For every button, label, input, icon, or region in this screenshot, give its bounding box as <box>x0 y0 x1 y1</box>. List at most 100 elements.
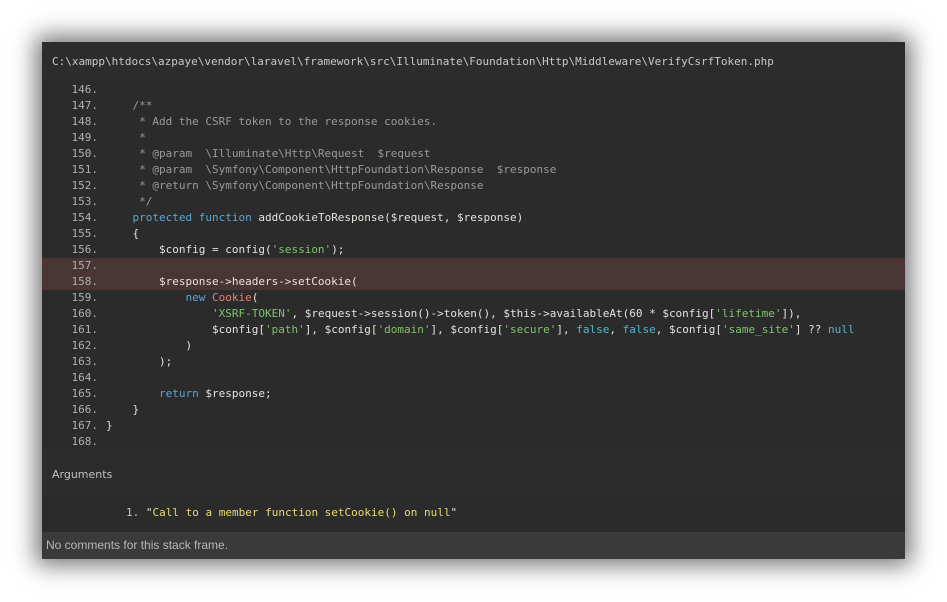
code-token: new <box>185 291 206 304</box>
code-token: 'secure' <box>503 323 557 336</box>
line-number: 157. <box>71 259 99 272</box>
arguments-list: 1. "Call to a member function setCookie(… <box>42 494 905 532</box>
code-line: 163. ); <box>42 354 905 370</box>
line-number: 163. <box>71 355 99 368</box>
line-number: 166. <box>71 403 99 416</box>
code-token: 'same_site' <box>722 323 795 336</box>
line-number: 156. <box>71 243 99 256</box>
code-token: * @return \Symfony\Component\HttpFoundat… <box>106 179 484 192</box>
code-token: Cookie <box>211 291 252 304</box>
line-number: 149. <box>71 131 99 144</box>
line-number: 154. <box>71 211 99 224</box>
line-number: 153. <box>71 195 99 208</box>
code-token: * @param \Illuminate\Http\Request $reque… <box>106 147 431 160</box>
code-line: 152. * @return \Symfony\Component\HttpFo… <box>42 178 905 194</box>
code-token: ], <box>556 323 577 336</box>
file-path-header: C:\xampp\htdocs\azpaye\vendor\laravel\fr… <box>42 42 905 82</box>
code-token: protected <box>132 211 193 224</box>
line-source: * @return \Symfony\Component\HttpFoundat… <box>98 178 484 194</box>
code-token: ); <box>106 355 173 368</box>
code-token: function <box>198 211 252 224</box>
code-token: * <box>106 131 146 144</box>
code-line: 168. <box>42 434 905 448</box>
code-line: 151. * @param \Symfony\Component\HttpFou… <box>42 162 905 178</box>
code-line: 150. * @param \Illuminate\Http\Request $… <box>42 146 905 162</box>
line-source: * @param \Symfony\Component\HttpFoundati… <box>98 162 556 178</box>
line-source: protected function addCookieToResponse($… <box>98 210 524 226</box>
code-token: 'session' <box>271 243 332 256</box>
code-line: 164. <box>42 370 905 386</box>
line-source: { <box>98 226 139 242</box>
line-source: /** <box>98 98 152 114</box>
code-token: ] ?? <box>794 323 828 336</box>
code-token: false <box>622 323 656 336</box>
line-number: 147. <box>71 99 99 112</box>
code-line: 162. ) <box>42 338 905 354</box>
line-source: } <box>98 418 113 434</box>
code-token: , <box>609 323 623 336</box>
line-source: */ <box>98 194 152 210</box>
line-number: 167. <box>71 419 99 432</box>
line-number: 159. <box>71 291 99 304</box>
code-token: ); <box>331 243 345 256</box>
code-line: 167.} <box>42 418 905 434</box>
argument-index: 1. <box>126 506 140 519</box>
code-token: { <box>106 227 140 240</box>
code-token: * @param \Symfony\Component\HttpFoundati… <box>106 163 557 176</box>
code-token: 'lifetime' <box>715 307 782 320</box>
line-source: * @param \Illuminate\Http\Request $reque… <box>98 146 431 162</box>
line-number: 162. <box>71 339 99 352</box>
line-source: $config['path'], $config['domain'], $con… <box>98 322 855 338</box>
code-token: /** <box>106 99 153 112</box>
line-source: $response->headers->setCookie( <box>98 274 358 290</box>
arguments-heading: Arguments <box>42 456 905 494</box>
line-number: 152. <box>71 179 99 192</box>
code-line: 157. <box>42 258 905 274</box>
code-line: 159. new Cookie( <box>42 290 905 306</box>
code-line: 165. return $response; <box>42 386 905 402</box>
line-number: 148. <box>71 115 99 128</box>
line-number: 150. <box>71 147 99 160</box>
comments-footer: No comments for this stack frame. <box>42 532 905 559</box>
code-token: ]), <box>781 307 802 320</box>
code-line: 160. 'XSRF-TOKEN', $request->session()->… <box>42 306 905 322</box>
argument-value: Call to a member function setCookie() on… <box>152 506 451 519</box>
stack-frame-panel: C:\xampp\htdocs\azpaye\vendor\laravel\fr… <box>42 42 905 559</box>
code-token: ) <box>106 339 193 352</box>
code-token: } <box>106 403 140 416</box>
code-line: 161. $config['path'], $config['domain'],… <box>42 322 905 338</box>
line-source: new Cookie( <box>98 290 258 306</box>
line-number: 155. <box>71 227 99 240</box>
line-source: ); <box>98 354 172 370</box>
code-line: 166. } <box>42 402 905 418</box>
code-viewer: 146. 147. /** 148. * Add the CSRF token to… <box>42 82 905 448</box>
line-source: ) <box>98 338 192 354</box>
line-source: 'XSRF-TOKEN', $request->session()->token… <box>98 306 801 322</box>
line-source: return $response; <box>98 386 272 402</box>
code-line: 148. * Add the CSRF token to the respons… <box>42 114 905 130</box>
code-token: $config = config( <box>106 243 272 256</box>
line-number: 146. <box>71 83 99 96</box>
code-token: addCookieToResponse($request, $response) <box>251 211 524 224</box>
line-number: 165. <box>71 387 99 400</box>
line-source: * <box>98 130 146 146</box>
code-token: , $config[ <box>655 323 722 336</box>
line-number: 158. <box>71 275 99 288</box>
code-token: */ <box>106 195 153 208</box>
code-token: return <box>158 387 199 400</box>
code-token: } <box>106 419 113 432</box>
line-number: 161. <box>71 323 99 336</box>
code-line: 153. */ <box>42 194 905 210</box>
code-line: 156. $config = config('session'); <box>42 242 905 258</box>
code-token: $response; <box>198 387 272 400</box>
line-source: $config = config('session'); <box>98 242 344 258</box>
code-line: 147. /** <box>42 98 905 114</box>
code-token: false <box>576 323 610 336</box>
code-line: 149. * <box>42 130 905 146</box>
